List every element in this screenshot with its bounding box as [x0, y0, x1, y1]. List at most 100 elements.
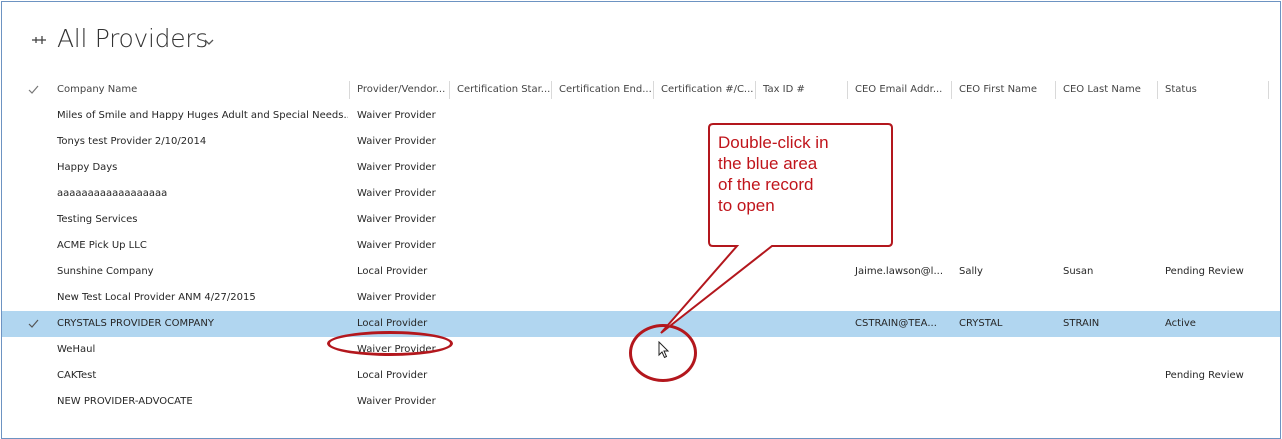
mouse-cursor-icon	[658, 341, 670, 359]
cell-company: WeHaul	[57, 344, 96, 355]
cell-type: Waiver Provider	[357, 110, 436, 121]
cell-company: CAKTest	[57, 370, 97, 381]
cell-first	[952, 233, 1056, 259]
cell-company: Happy Days	[57, 162, 118, 173]
cell-type: Waiver Provider	[357, 292, 436, 303]
cell-status	[1158, 181, 1268, 207]
row-selected-checkmark-icon[interactable]	[26, 311, 42, 337]
table-row[interactable]: Sunshine Company Local Provider Jaime.laws…	[2, 259, 1280, 285]
cell-last	[1056, 155, 1158, 181]
column-divider[interactable]	[653, 81, 654, 99]
table-row[interactable]: Tonys test Provider 2/10/2014 Waiver Prov…	[2, 129, 1280, 155]
column-divider[interactable]	[449, 81, 450, 99]
column-header-ceo-first-name[interactable]: CEO First Name	[952, 77, 1056, 103]
grid-header: Company Name Provider/Vendor... Certificat…	[2, 77, 1280, 103]
column-divider[interactable]	[349, 81, 350, 99]
cell-first	[952, 181, 1056, 207]
cell-last	[1056, 207, 1158, 233]
cell-company: CRYSTALS PROVIDER COMPANY	[57, 318, 214, 329]
column-header-certification-number[interactable]: Certification #/C...	[654, 77, 756, 103]
table-row[interactable]: Testing Services Waiver Provider	[2, 207, 1280, 233]
page-title[interactable]: All Providers	[57, 24, 208, 53]
cell-company: Testing Services	[57, 214, 138, 225]
cell-type: Local Provider	[357, 266, 428, 277]
column-divider[interactable]	[847, 81, 848, 99]
column-divider[interactable]	[755, 81, 756, 99]
table-row[interactable]: Miles of Smile and Happy Huges Adult and…	[2, 103, 1280, 129]
column-header-company-name[interactable]: Company Name	[50, 77, 348, 103]
cell-first	[952, 389, 1056, 415]
column-divider[interactable]	[1055, 81, 1056, 99]
select-all-checkmark-icon[interactable]	[26, 77, 42, 103]
cell-status: Pending Review	[1165, 370, 1244, 381]
column-header-provider-vendor-type[interactable]: Provider/Vendor...	[350, 77, 450, 103]
cell-email	[848, 103, 952, 129]
chevron-down-icon[interactable]	[204, 38, 214, 46]
column-header-certification-start[interactable]: Certification Star...	[450, 77, 552, 103]
table-row[interactable]: Happy Days Waiver Provider	[2, 155, 1280, 181]
cell-last	[1056, 363, 1158, 389]
cell-last	[1056, 103, 1158, 129]
cell-first	[952, 207, 1056, 233]
cell-company: Sunshine Company	[57, 266, 154, 277]
column-header-tax-id[interactable]: Tax ID #	[756, 77, 848, 103]
cell-first: Sally	[959, 266, 983, 277]
cell-status	[1158, 285, 1268, 311]
cell-last	[1056, 389, 1158, 415]
cell-company: ACME Pick Up LLC	[57, 240, 147, 251]
providers-view: All Providers Company Name Provider/Vendo…	[1, 1, 1281, 439]
cell-status	[1158, 337, 1268, 363]
cell-last	[1056, 129, 1158, 155]
table-row[interactable]: ACME Pick Up LLC Waiver Provider	[2, 233, 1280, 259]
cell-first	[952, 103, 1056, 129]
column-header-certification-end[interactable]: Certification End...	[552, 77, 654, 103]
table-row[interactable]: NEW PROVIDER-ADVOCATE Waiver Provider	[2, 389, 1280, 415]
column-divider[interactable]	[551, 81, 552, 99]
cell-type: Waiver Provider	[357, 136, 436, 147]
column-header-ceo-email[interactable]: CEO Email Addr...	[848, 77, 952, 103]
cell-status: Active	[1165, 318, 1196, 329]
cell-email: Jaime.lawson@l...	[855, 266, 943, 277]
column-divider[interactable]	[1157, 81, 1158, 99]
cell-type: Waiver Provider	[357, 396, 436, 407]
cell-status	[1158, 103, 1268, 129]
column-header-status[interactable]: Status	[1158, 77, 1268, 103]
column-divider[interactable]	[951, 81, 952, 99]
cell-company: New Test Local Provider ANM 4/27/2015	[57, 292, 256, 303]
pin-icon[interactable]	[31, 34, 47, 46]
cell-last	[1056, 181, 1158, 207]
cell-first	[952, 155, 1056, 181]
cell-company: Tonys test Provider 2/10/2014	[57, 136, 207, 147]
column-header-ceo-last-name[interactable]: CEO Last Name	[1056, 77, 1158, 103]
cell-company: aaaaaaaaaaaaaaaaaa	[57, 188, 168, 199]
cell-status	[1158, 155, 1268, 181]
cell-last	[1056, 337, 1158, 363]
cell-status	[1158, 233, 1268, 259]
cell-first	[952, 363, 1056, 389]
column-divider[interactable]	[1268, 81, 1269, 99]
cell-status	[1158, 207, 1268, 233]
cell-type: Waiver Provider	[357, 240, 436, 251]
cell-first	[952, 285, 1056, 311]
cell-first	[952, 129, 1056, 155]
cell-last	[1056, 285, 1158, 311]
cell-type: Waiver Provider	[357, 188, 436, 199]
cell-email	[848, 233, 952, 259]
cell-email	[848, 389, 952, 415]
cell-status	[1158, 129, 1268, 155]
cell-email: CSTRAIN@TEA...	[855, 318, 937, 329]
highlight-ring-provider-type	[327, 331, 453, 356]
cell-last	[1056, 233, 1158, 259]
cell-last: Susan	[1063, 266, 1094, 277]
cell-type: Local Provider	[357, 370, 428, 381]
cell-first: CRYSTAL	[959, 318, 1003, 329]
cell-type: Waiver Provider	[357, 162, 436, 173]
table-row[interactable]: New Test Local Provider ANM 4/27/2015 Wai…	[2, 285, 1280, 311]
cell-company: NEW PROVIDER-ADVOCATE	[57, 396, 193, 407]
cell-company: Miles of Smile and Happy Huges Adult and…	[57, 110, 348, 121]
cell-last: STRAIN	[1063, 318, 1100, 329]
table-row[interactable]: aaaaaaaaaaaaaaaaaa Waiver Provider	[2, 181, 1280, 207]
cell-email	[848, 285, 952, 311]
callout-text: Double-click in the blue area of the rec…	[718, 133, 829, 215]
cell-status	[1158, 389, 1268, 415]
